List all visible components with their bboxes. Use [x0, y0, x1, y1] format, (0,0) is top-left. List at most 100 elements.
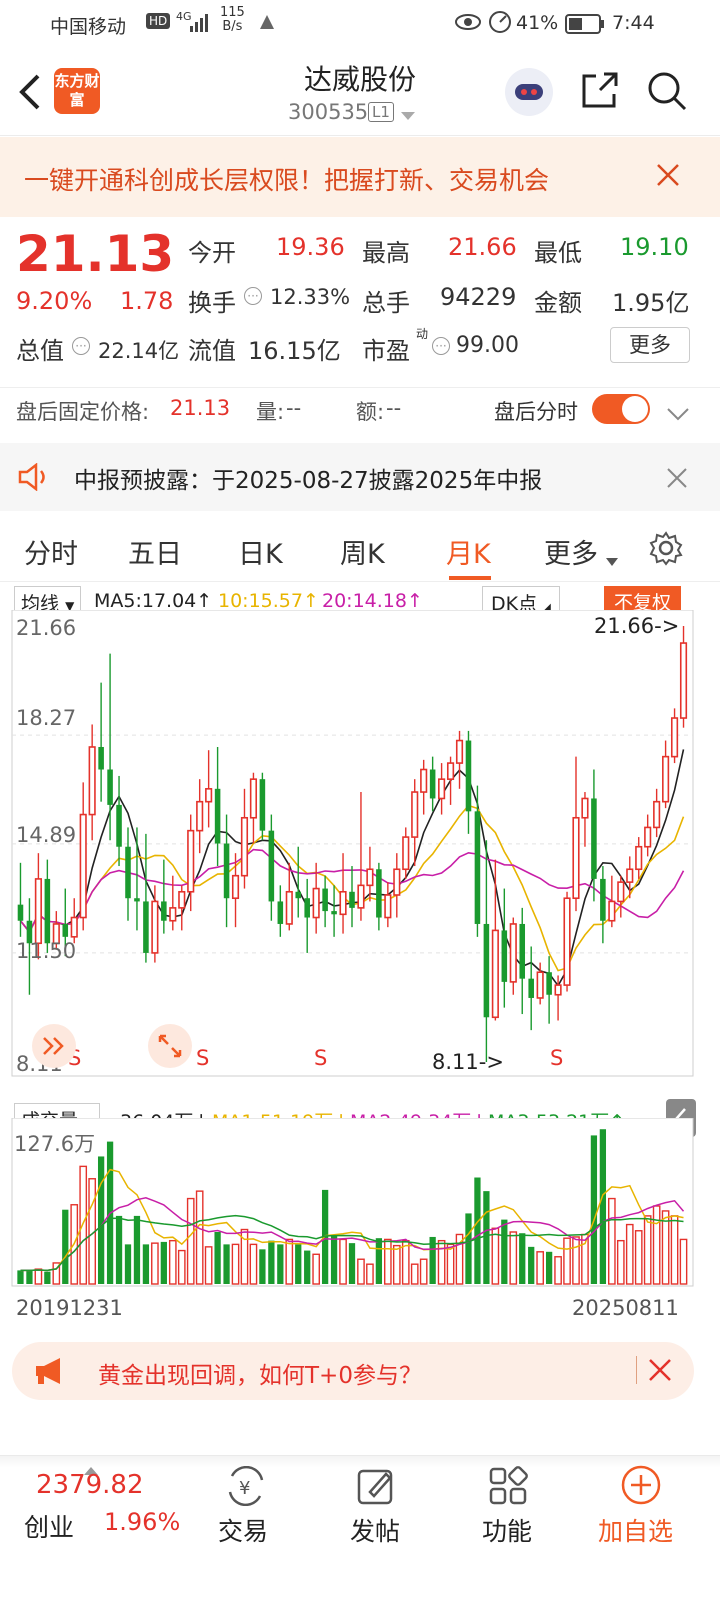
chevron-down-icon[interactable] — [666, 402, 690, 426]
volume-bar — [554, 1256, 562, 1285]
ma20-value: 20:14.18↑ — [322, 590, 423, 612]
info-icon[interactable]: ··· — [244, 287, 262, 305]
after-vol-value: -- — [286, 396, 302, 420]
date-end: 20250811 — [572, 1296, 679, 1320]
ad-text: 黄金出现回调，如何T+0参与？ — [98, 1363, 422, 1389]
volume-bar — [186, 1197, 195, 1285]
candle-body — [125, 846, 131, 899]
volume-bar — [590, 1135, 598, 1284]
expand-icon[interactable] — [32, 1024, 76, 1068]
volume-bar — [160, 1241, 167, 1284]
speed-unit: B/s — [222, 19, 243, 34]
clock: 7:44 — [612, 12, 655, 34]
tab-more[interactable]: 更多 — [544, 532, 598, 571]
code-dropdown-icon[interactable] — [400, 106, 416, 125]
apps-icon[interactable] — [488, 1466, 528, 1512]
fullscreen-icon[interactable] — [148, 1024, 192, 1068]
candle-body — [187, 829, 195, 893]
volume-bar — [679, 1238, 688, 1285]
search-icon[interactable] — [646, 70, 688, 116]
sell-signal: S — [196, 1046, 210, 1070]
period-tabs: 分时 五日 日K 周K 月K 更多 — [0, 512, 720, 582]
index-name[interactable]: 创业 — [24, 1508, 74, 1544]
axis-tick: 14.89 — [16, 823, 77, 847]
info-icon[interactable]: ··· — [432, 337, 450, 355]
tab-intraday[interactable]: 分时 — [24, 532, 78, 571]
candle-body — [420, 768, 428, 793]
tab-weekly-k[interactable]: 周K — [340, 532, 385, 571]
after-amt-value: -- — [386, 396, 402, 420]
volume-bar — [214, 1231, 221, 1284]
volume-bar — [501, 1219, 508, 1284]
volume-bar — [491, 1227, 500, 1285]
tab-daily-k[interactable]: 日K — [238, 532, 283, 571]
candle-body — [617, 881, 625, 903]
candle-body — [259, 779, 266, 831]
after-hours-toggle[interactable] — [592, 394, 650, 424]
edit-icon[interactable] — [356, 1466, 396, 1512]
high-marker: 21.66-> — [594, 614, 680, 638]
volume-bar — [437, 1239, 446, 1285]
fox-icon — [258, 13, 276, 36]
tab-five-day[interactable]: 五日 — [128, 532, 182, 571]
kline-chart[interactable] — [0, 610, 720, 1080]
add-circle-icon[interactable] — [620, 1464, 662, 1512]
volume-bar — [357, 1258, 365, 1285]
robot-assistant-icon[interactable] — [505, 68, 553, 116]
nav-post[interactable]: 发帖 — [350, 1512, 400, 1548]
promo-banner[interactable]: 一键开通科创成长层权限！把握打新、交易机会 — [0, 137, 720, 217]
close-icon[interactable] — [666, 467, 688, 495]
volume-bar — [616, 1239, 625, 1285]
candle-body — [554, 984, 562, 996]
candle-body — [626, 868, 634, 883]
candle-body — [393, 868, 401, 896]
earnings-notice[interactable]: 中报预披露：于2025-08-27披露2025年中报 — [0, 443, 720, 511]
volume-bar — [268, 1240, 275, 1284]
candle-body — [143, 901, 149, 953]
volume-bar — [599, 1129, 607, 1284]
volume-bar — [97, 1156, 105, 1284]
volume-bar — [483, 1191, 490, 1284]
megaphone-icon — [32, 1356, 68, 1390]
volume-bar — [474, 1177, 481, 1284]
nav-trade[interactable]: 交易 — [218, 1512, 268, 1548]
candle-body — [429, 769, 436, 799]
gold-ad-banner[interactable]: 黄金出现回调，如何T+0参与？ — [12, 1342, 694, 1400]
ma10-value: 10:15.57↑ — [218, 590, 319, 612]
caret-down-icon[interactable] — [606, 542, 618, 573]
svg-text:¥: ¥ — [239, 1478, 250, 1499]
nav-add-watchlist[interactable]: 加自选 — [598, 1512, 673, 1548]
candle-body — [70, 916, 78, 938]
volume-chart[interactable] — [0, 1118, 720, 1290]
volume-bar — [366, 1263, 374, 1285]
gear-icon[interactable] — [648, 530, 684, 573]
index-value[interactable]: 2379.82 — [36, 1470, 144, 1500]
nav-functions[interactable]: 功能 — [482, 1512, 532, 1548]
volume-bar — [115, 1215, 123, 1284]
chart-frame — [11, 610, 694, 1077]
volume-bar — [339, 1238, 347, 1285]
trade-icon[interactable]: ¥ — [224, 1465, 268, 1512]
share-icon[interactable] — [580, 70, 620, 114]
candle-body — [411, 791, 419, 838]
candle-body — [214, 788, 221, 844]
level-badge[interactable]: L1 — [368, 102, 394, 122]
volume-bar — [249, 1243, 258, 1285]
volume-bar — [410, 1263, 419, 1285]
tab-monthly-k[interactable]: 月K — [446, 532, 491, 571]
close-icon[interactable] — [648, 1358, 672, 1386]
candle-body — [653, 800, 661, 829]
index-change[interactable]: 1.96% — [104, 1508, 180, 1536]
volume-bar — [384, 1238, 392, 1285]
volume-bar — [295, 1244, 302, 1284]
candle-body — [679, 642, 688, 719]
candle-body — [446, 762, 455, 780]
more-button[interactable]: 更多 — [610, 327, 690, 363]
volume-bar — [17, 1270, 24, 1284]
eye-icon — [455, 13, 481, 36]
close-icon[interactable] — [656, 163, 680, 193]
ad-divider — [636, 1356, 637, 1384]
volume-bar — [643, 1215, 652, 1285]
candle-body — [134, 898, 140, 902]
info-icon[interactable]: ··· — [72, 337, 90, 355]
